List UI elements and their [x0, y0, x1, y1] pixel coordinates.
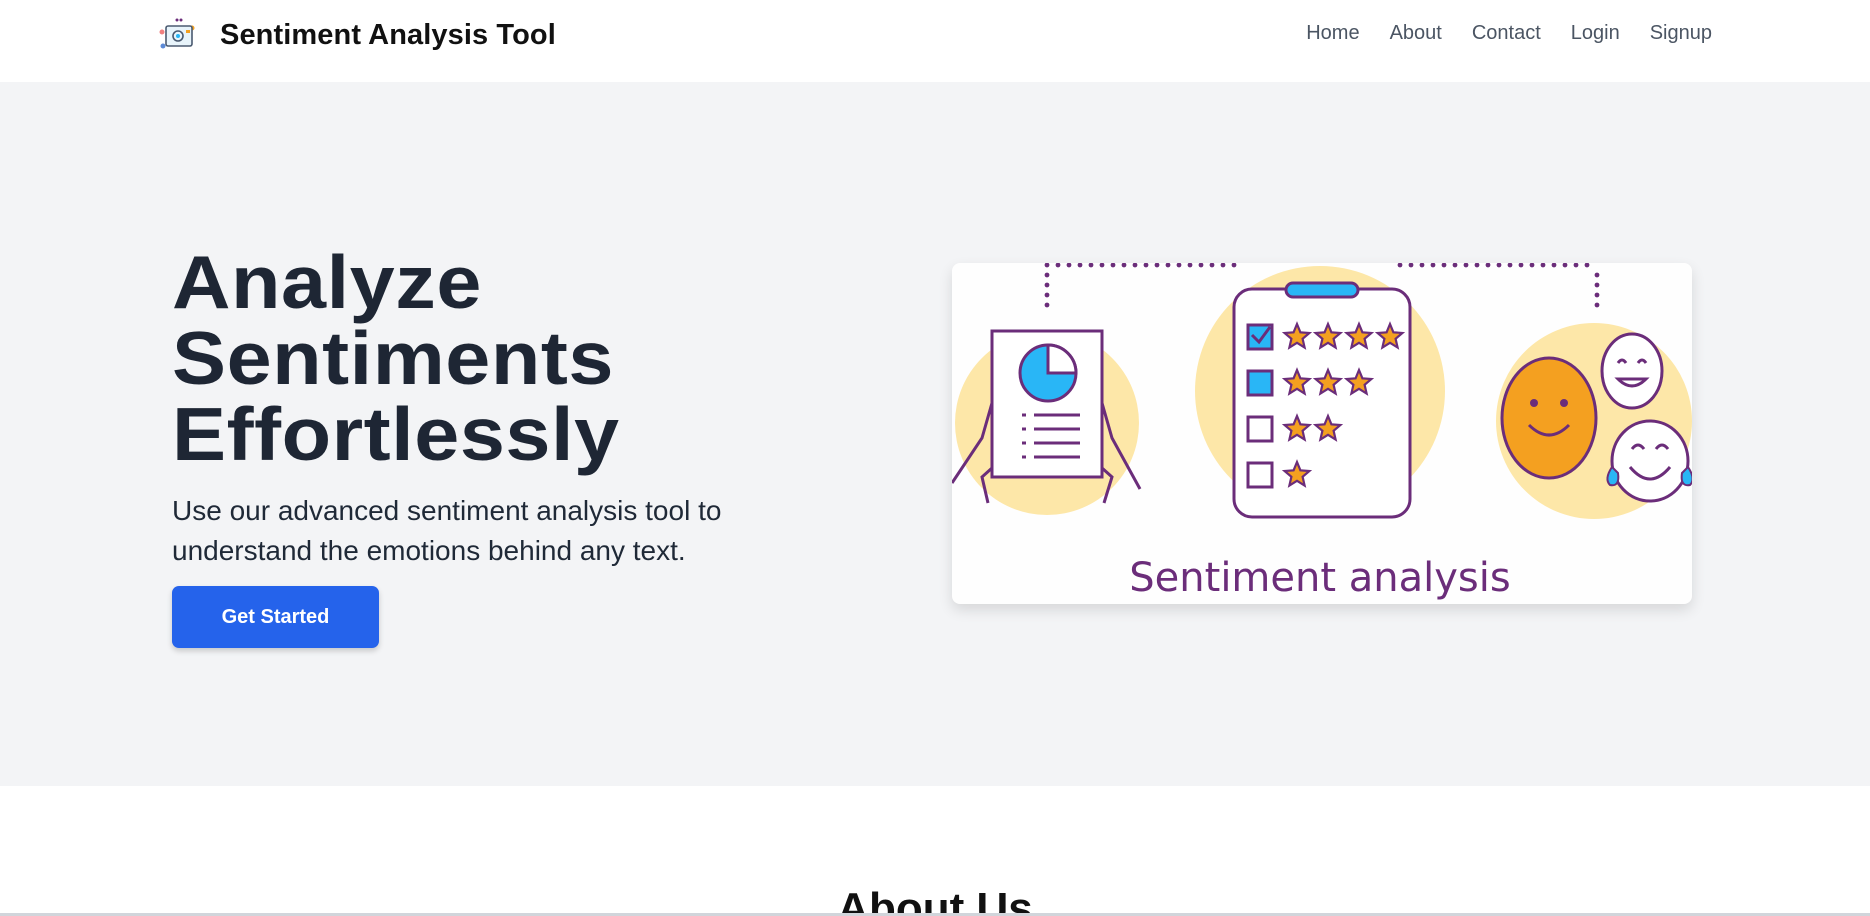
connector-dot [1066, 263, 1072, 268]
illustration-graphic: Sentiment analysis [952, 263, 1692, 601]
nav-link-signup[interactable]: Signup [1650, 22, 1712, 45]
connector-dot [1419, 263, 1425, 268]
connector-dot [1540, 263, 1546, 268]
connector-dot [1518, 263, 1524, 268]
nav-link-login[interactable]: Login [1571, 22, 1620, 45]
get-started-button[interactable]: Get Started [172, 586, 379, 648]
connector-dot [1485, 263, 1491, 268]
connector-dot [1430, 263, 1436, 268]
hero-text: Analyze Sentiments Effortlessly Use our … [172, 244, 812, 648]
connector-dot [1044, 292, 1050, 298]
connector-dot [1441, 263, 1447, 268]
about-section: About Us [0, 786, 1870, 916]
illustration-caption: Sentiment analysis [1129, 555, 1510, 601]
connector-dot [1529, 263, 1535, 268]
connector-dot [1452, 263, 1458, 268]
connector-dot [1143, 263, 1149, 268]
nav-link-home[interactable]: Home [1306, 22, 1359, 45]
connector-dot [1176, 263, 1182, 268]
connector-dot [1231, 263, 1237, 268]
connector-dot [1573, 263, 1579, 268]
connector-dot [1121, 263, 1127, 268]
connector-dot [1220, 263, 1226, 268]
sentiment-logo-icon [159, 18, 195, 49]
connector-dot [1594, 272, 1600, 278]
about-title: About Us [837, 884, 1033, 916]
connector-dot [1594, 292, 1600, 298]
connector-dot [1154, 263, 1160, 268]
connector-dot [1044, 263, 1050, 268]
connector-dot [1507, 263, 1513, 268]
connector-dot [1110, 263, 1116, 268]
hero-title-line: Sentiments [172, 316, 615, 400]
connector-dot [1044, 302, 1050, 308]
connector-dot [1088, 263, 1094, 268]
connector-dot [1077, 263, 1083, 268]
connector-dot [1044, 282, 1050, 288]
connector-dot [1408, 263, 1414, 268]
hero-title: Analyze Sentiments Effortlessly [172, 244, 863, 472]
connector-dot [1397, 263, 1403, 268]
brand-title: Sentiment Analysis Tool [220, 18, 556, 51]
connector-dot [1165, 263, 1171, 268]
connector-dot [1594, 282, 1600, 288]
connector-dot [1132, 263, 1138, 268]
connector-dot [1187, 263, 1193, 268]
connector-dot [1594, 302, 1600, 308]
navbar: Sentiment Analysis Tool Home About Conta… [0, 0, 1870, 82]
connector-dot [1584, 263, 1590, 268]
nav-link-about[interactable]: About [1390, 22, 1442, 45]
connector-dot [1099, 263, 1105, 268]
hero-title-line: Analyze [172, 240, 482, 324]
connector-dot [1209, 263, 1215, 268]
connector-dot [1562, 263, 1568, 268]
rating-checklist-icon [1232, 281, 1412, 519]
nav-link-contact[interactable]: Contact [1472, 22, 1541, 45]
connector-dot [1551, 263, 1557, 268]
hero-title-line: Effortlessly [172, 392, 620, 476]
nav-links: Home About Contact Login Signup [1276, 22, 1712, 45]
connector-dot [1463, 263, 1469, 268]
hero-section: Analyze Sentiments Effortlessly Use our … [0, 82, 1870, 786]
connector-dot [1055, 263, 1061, 268]
hero-subtitle: Use our advanced sentiment analysis tool… [172, 495, 722, 566]
sentiment-illustration: Sentiment analysis [952, 263, 1692, 604]
connector-dot [1044, 272, 1050, 278]
connector-dot [1474, 263, 1480, 268]
brand[interactable]: Sentiment Analysis Tool [156, 14, 556, 56]
connector-dot [1198, 263, 1204, 268]
connector-dot [1496, 263, 1502, 268]
